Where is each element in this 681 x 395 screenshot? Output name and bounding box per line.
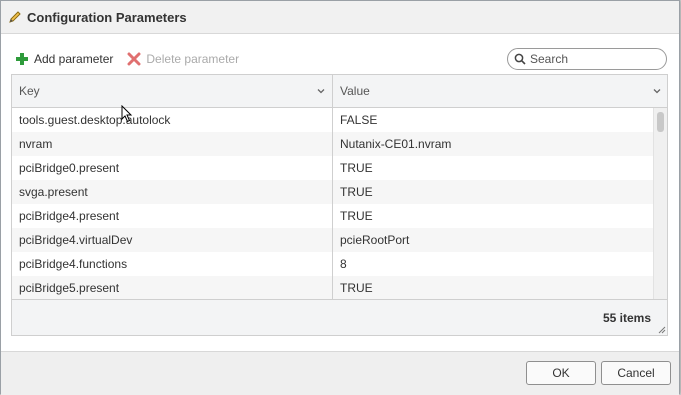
scrollbar-thumb[interactable] (657, 112, 664, 132)
value-cell[interactable]: TRUE (333, 180, 655, 204)
plus-icon (15, 52, 29, 66)
chevron-down-icon[interactable] (652, 86, 662, 96)
add-parameter-button[interactable]: Add parameter (15, 52, 113, 66)
add-parameter-label: Add parameter (34, 52, 114, 66)
value-cell[interactable]: TRUE (333, 156, 655, 180)
table-row[interactable]: svga.present TRUE (12, 180, 655, 204)
key-cell[interactable]: pciBridge4.present (12, 204, 333, 228)
value-cell[interactable]: 8 (333, 252, 655, 276)
vertical-scrollbar[interactable] (653, 108, 667, 300)
delete-x-icon (127, 52, 141, 66)
key-cell[interactable]: pciBridge4.virtualDev (12, 228, 333, 252)
search-input[interactable] (530, 50, 656, 68)
table-row[interactable]: pciBridge4.virtualDev pcieRootPort (12, 228, 655, 252)
table-row[interactable]: pciBridge4.present TRUE (12, 204, 655, 228)
table-row[interactable]: tools.guest.desktop.autolock FALSE (12, 108, 655, 132)
key-cell[interactable]: pciBridge0.present (12, 156, 333, 180)
column-header-key[interactable]: Key (12, 75, 333, 107)
cancel-button[interactable]: Cancel (601, 361, 671, 385)
grid-footer: 55 items (12, 299, 667, 335)
value-cell[interactable]: Nutanix-CE01.nvram (333, 132, 655, 156)
search-icon (514, 53, 526, 65)
key-cell[interactable]: pciBridge4.functions (12, 252, 333, 276)
parameters-grid: Key Value tools.guest.desktop.autolock F… (11, 74, 668, 336)
resize-grip-icon[interactable] (658, 326, 666, 334)
value-cell[interactable]: FALSE (333, 108, 655, 132)
value-cell[interactable]: TRUE (333, 204, 655, 228)
item-count: 55 items (602, 311, 651, 325)
dialog-title: Configuration Parameters (27, 9, 187, 25)
chevron-down-icon[interactable] (316, 86, 326, 96)
ok-button[interactable]: OK (526, 361, 596, 385)
key-cell[interactable]: svga.present (12, 180, 333, 204)
key-cell[interactable]: nvram (12, 132, 333, 156)
dialog-title-bar: Configuration Parameters (1, 1, 679, 34)
column-header-value[interactable]: Value (333, 75, 668, 107)
delete-parameter-button[interactable]: Delete parameter (127, 52, 239, 66)
key-cell[interactable]: tools.guest.desktop.autolock (12, 108, 333, 132)
grid-header: Key Value (12, 75, 667, 108)
table-row[interactable]: pciBridge5.present TRUE (12, 276, 655, 300)
configuration-parameters-dialog: Configuration Parameters Add parameter D… (0, 0, 680, 395)
pencil-icon (7, 9, 23, 25)
table-row[interactable]: pciBridge0.present TRUE (12, 156, 655, 180)
column-header-value-label: Value (340, 84, 370, 98)
value-cell[interactable]: TRUE (333, 276, 655, 300)
table-row[interactable]: pciBridge4.functions 8 (12, 252, 655, 276)
dialog-button-bar: OK Cancel (1, 351, 679, 395)
key-cell[interactable]: pciBridge5.present (12, 276, 333, 300)
search-box[interactable] (507, 48, 667, 70)
delete-parameter-label: Delete parameter (146, 52, 240, 66)
column-header-key-label: Key (19, 84, 40, 98)
value-cell[interactable]: pcieRootPort (333, 228, 655, 252)
grid-body: tools.guest.desktop.autolock FALSE nvram… (12, 108, 655, 300)
table-row[interactable]: nvram Nutanix-CE01.nvram (12, 132, 655, 156)
